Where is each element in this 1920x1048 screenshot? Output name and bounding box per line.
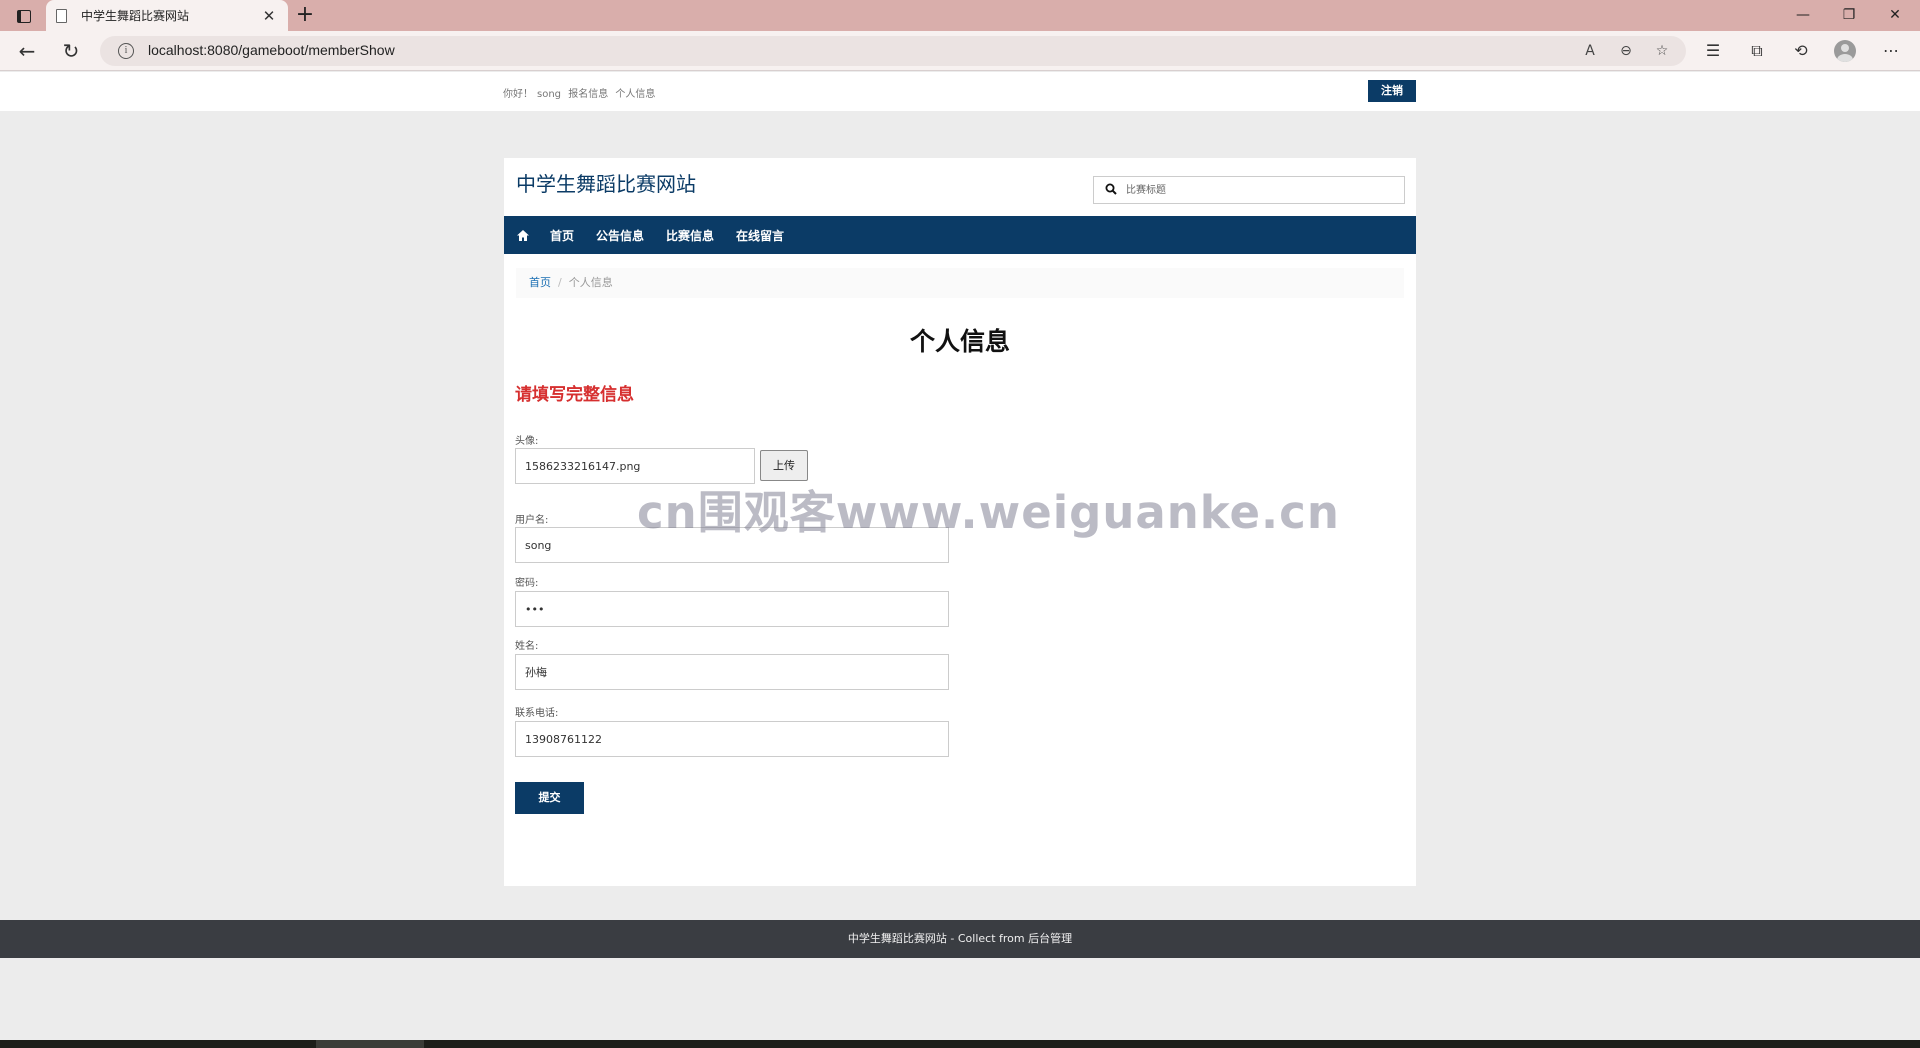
site-title[interactable]: 中学生舞蹈比赛网站 <box>516 168 696 197</box>
greeting-line: 你好！ song 报名信息 个人信息 <box>503 85 659 100</box>
password-field[interactable] <box>515 591 949 627</box>
tab-actions-icon[interactable] <box>10 6 38 26</box>
nav-item-announcements[interactable]: 公告信息 <box>596 227 644 244</box>
add-favorite-icon[interactable]: ☆ <box>1650 41 1674 61</box>
nav-item-messages[interactable]: 在线留言 <box>736 227 784 244</box>
browser-tab[interactable]: 中学生舞蹈比赛网站 ✕ <box>46 0 288 31</box>
phone-field[interactable] <box>515 721 949 757</box>
page-icon <box>56 8 67 23</box>
breadcrumb-current: 个人信息 <box>568 276 613 289</box>
avatar-label: 头像: <box>515 436 539 447</box>
tab-title: 中学生舞蹈比赛网站 <box>81 9 190 23</box>
nav-item-home[interactable]: 首页 <box>550 227 574 244</box>
main-navbar: 首页 公告信息 比赛信息 在线留言 <box>504 216 1416 254</box>
search-box[interactable] <box>1093 176 1405 204</box>
collections-icon[interactable]: ⧉ <box>1742 37 1772 65</box>
browser-tab-bar: 中学生舞蹈比赛网站 ✕ + — ❐ ✕ <box>0 0 1920 31</box>
phone-label: 联系电话: <box>515 708 559 719</box>
watermark-text: cn围观客www.weiguanke.cn <box>637 486 1340 539</box>
read-aloud-icon[interactable]: A <box>1578 41 1602 61</box>
username-label: 用户名: <box>515 515 549 526</box>
address-bar[interactable]: i localhost:8080/gameboot/memberShow A ⊖… <box>100 36 1686 66</box>
breadcrumb: 首页 / 个人信息 <box>516 268 1404 298</box>
new-tab-button[interactable]: + <box>292 3 318 29</box>
tab-close-icon[interactable]: ✕ <box>260 7 278 25</box>
favorites-icon[interactable]: ☰ <box>1698 37 1728 65</box>
form-notice: 请填写完整信息 <box>515 385 634 405</box>
greeting-text: 你好！ <box>503 89 533 100</box>
os-taskbar <box>0 1040 1920 1048</box>
logout-button[interactable]: 注销 <box>1368 80 1416 102</box>
name-field[interactable] <box>515 654 949 690</box>
profile-avatar-icon[interactable] <box>1834 40 1856 62</box>
breadcrumb-home-link[interactable]: 首页 <box>529 276 551 289</box>
search-input[interactable] <box>1126 182 1396 198</box>
page-title: 个人信息 <box>909 327 1010 356</box>
user-top-strip: 你好！ song 报名信息 个人信息 注销 <box>0 72 1920 111</box>
name-label: 姓名: <box>515 641 539 652</box>
refresh-icon[interactable]: ↻ <box>56 37 86 65</box>
site-info-icon[interactable]: i <box>118 43 134 59</box>
nav-item-competitions[interactable]: 比赛信息 <box>666 227 714 244</box>
breadcrumb-separator: / <box>558 276 562 289</box>
zoom-out-icon[interactable]: ⊖ <box>1614 41 1638 61</box>
more-options-icon[interactable]: ⋯ <box>1876 37 1906 65</box>
back-icon[interactable]: ← <box>12 37 42 65</box>
site-footer: 中学生舞蹈比赛网站 - Collect from 后台管理 <box>0 920 1920 958</box>
home-icon[interactable] <box>516 229 530 242</box>
minimize-icon[interactable]: — <box>1780 0 1826 31</box>
restore-icon[interactable]: ❐ <box>1826 0 1872 31</box>
submit-button[interactable]: 提交 <box>515 782 584 814</box>
taskbar-active-app[interactable] <box>316 1040 424 1048</box>
signup-info-link[interactable]: 报名信息 <box>568 89 608 100</box>
history-icon[interactable]: ⟲ <box>1786 37 1816 65</box>
window-close-icon[interactable]: ✕ <box>1872 0 1918 31</box>
footer-text: 中学生舞蹈比赛网站 - Collect from 后台管理 <box>847 932 1073 945</box>
browser-toolbar: ← ↻ i localhost:8080/gameboot/memberShow… <box>0 31 1920 71</box>
url-text[interactable]: localhost:8080/gameboot/memberShow <box>148 42 395 58</box>
password-label: 密码: <box>515 578 539 589</box>
profile-link[interactable]: 个人信息 <box>615 89 655 100</box>
search-icon[interactable] <box>1105 183 1117 195</box>
username-text: song <box>537 89 562 100</box>
